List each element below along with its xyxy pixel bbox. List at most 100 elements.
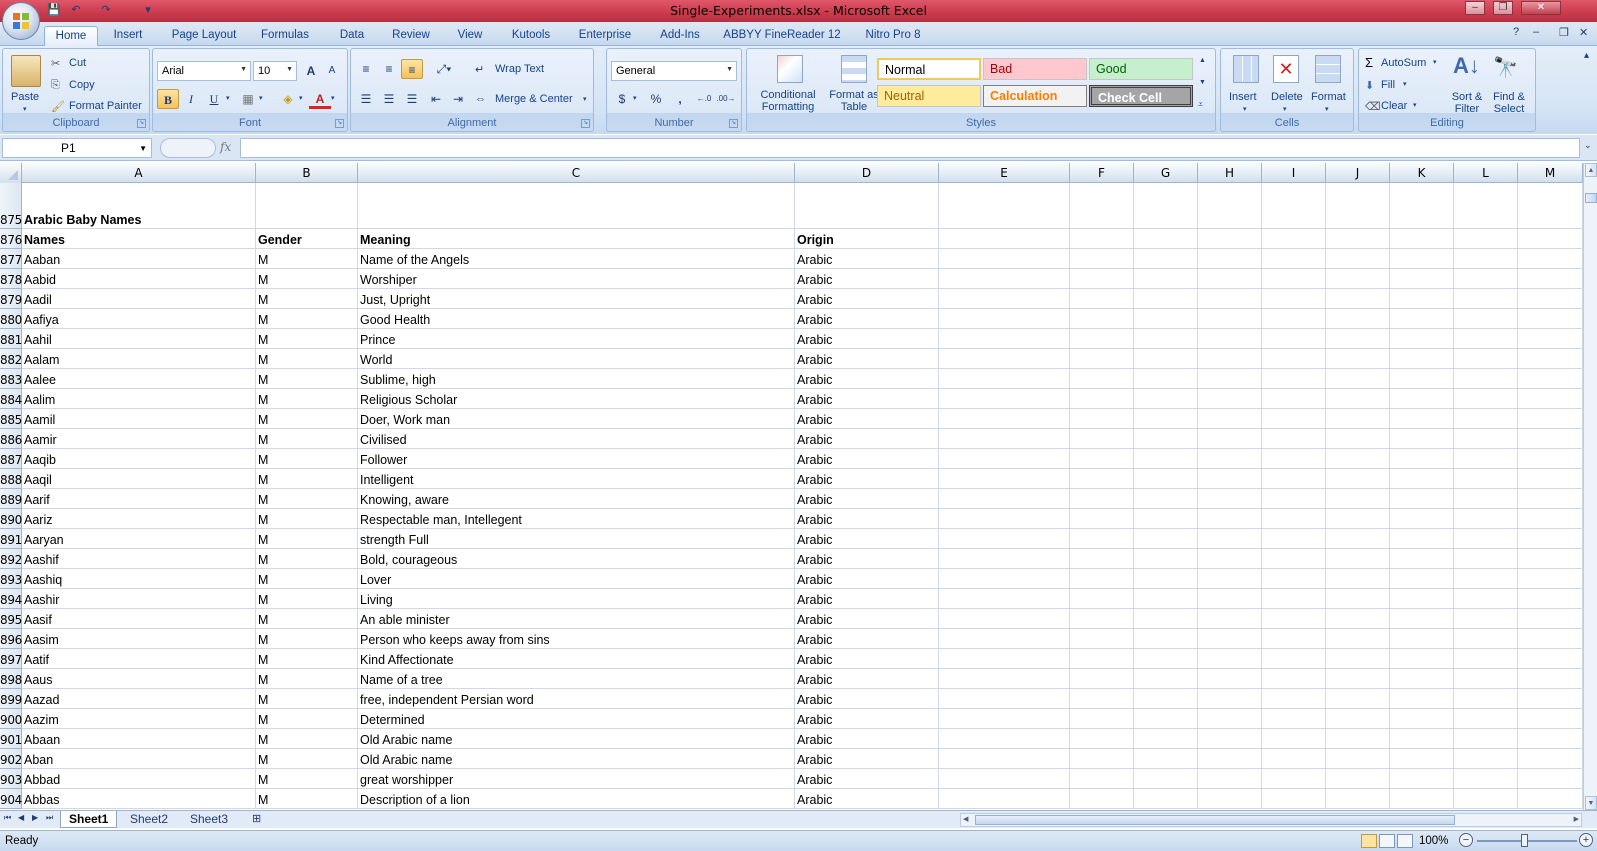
prev-sheet-icon[interactable]: ◀: [18, 813, 24, 822]
cell-j[interactable]: [1326, 469, 1390, 489]
cell-g[interactable]: [1134, 549, 1198, 569]
cell-h[interactable]: [1198, 349, 1262, 369]
tab-kutools[interactable]: Kutools: [505, 26, 557, 46]
cell-l[interactable]: [1454, 289, 1518, 309]
cell-a[interactable]: Aamil: [22, 409, 256, 429]
cell-c[interactable]: Doer, Work man: [358, 409, 795, 429]
align-left-icon[interactable]: ☰: [355, 89, 377, 109]
cell-g[interactable]: [1134, 689, 1198, 709]
row-header[interactable]: 880: [0, 309, 22, 329]
cell-g[interactable]: [1134, 609, 1198, 629]
cell-h[interactable]: [1198, 609, 1262, 629]
cell-e[interactable]: [939, 629, 1070, 649]
cell-d[interactable]: Arabic: [795, 529, 939, 549]
cell-a[interactable]: Aatif: [22, 649, 256, 669]
cell-f[interactable]: [1070, 429, 1134, 449]
cell-d[interactable]: Arabic: [795, 309, 939, 329]
office-button[interactable]: [2, 2, 40, 40]
cell-d[interactable]: Arabic: [795, 429, 939, 449]
cell-j[interactable]: [1326, 229, 1390, 249]
page-layout-view-icon[interactable]: [1379, 834, 1395, 848]
cell-b[interactable]: M: [256, 549, 358, 569]
cell-i[interactable]: [1262, 469, 1326, 489]
cell-e[interactable]: [939, 309, 1070, 329]
formula-splitter[interactable]: [160, 138, 216, 158]
shrink-font-button[interactable]: A: [321, 61, 343, 81]
number-format-select[interactable]: General ▼: [611, 61, 737, 81]
tab-insert[interactable]: Insert: [104, 26, 152, 46]
scroll-down-icon[interactable]: ▼: [1585, 796, 1597, 810]
cell-f[interactable]: [1070, 789, 1134, 809]
cell-h[interactable]: [1198, 183, 1262, 229]
cell-l[interactable]: [1454, 709, 1518, 729]
tab-formulas[interactable]: Formulas: [255, 26, 315, 46]
cell-m[interactable]: [1518, 629, 1583, 649]
cell-k[interactable]: [1390, 409, 1454, 429]
cell-a[interactable]: Aaryan: [22, 529, 256, 549]
clipboard-launcher-icon[interactable]: ↘: [137, 119, 146, 128]
cell-m[interactable]: [1518, 309, 1583, 329]
format-dropdown-icon[interactable]: ▾: [1325, 105, 1329, 113]
tab-enterprise[interactable]: Enterprise: [572, 26, 638, 46]
cell-m[interactable]: [1518, 429, 1583, 449]
zoom-out-icon[interactable]: −: [1459, 833, 1473, 847]
cell-m[interactable]: [1518, 749, 1583, 769]
cell-b[interactable]: M: [256, 709, 358, 729]
cell-b[interactable]: M: [256, 649, 358, 669]
cell-h[interactable]: [1198, 629, 1262, 649]
cell-e[interactable]: [939, 649, 1070, 669]
cell-e[interactable]: [939, 749, 1070, 769]
cell-e[interactable]: [939, 369, 1070, 389]
cell-h[interactable]: [1198, 749, 1262, 769]
cell-h[interactable]: [1198, 569, 1262, 589]
cell-b[interactable]: M: [256, 789, 358, 809]
cell-g[interactable]: [1134, 289, 1198, 309]
cell-d[interactable]: Arabic: [795, 769, 939, 789]
cell-c[interactable]: Prince: [358, 329, 795, 349]
cell-i[interactable]: [1262, 629, 1326, 649]
tab-nitro[interactable]: Nitro Pro 8: [857, 26, 929, 46]
cell-f[interactable]: [1070, 769, 1134, 789]
copy-button[interactable]: Copy: [69, 79, 95, 91]
cell-e[interactable]: [939, 669, 1070, 689]
tab-data[interactable]: Data: [332, 26, 372, 46]
cell-c[interactable]: Name of a tree: [358, 669, 795, 689]
cell-f[interactable]: [1070, 649, 1134, 669]
cell-h[interactable]: [1198, 289, 1262, 309]
cell-i[interactable]: [1262, 769, 1326, 789]
cell-h[interactable]: [1198, 449, 1262, 469]
style-calculation[interactable]: Calculation: [983, 85, 1087, 107]
cell-h[interactable]: [1198, 309, 1262, 329]
cell-h[interactable]: [1198, 549, 1262, 569]
alignment-launcher-icon[interactable]: ↘: [581, 119, 590, 128]
cell-e[interactable]: [939, 509, 1070, 529]
cell-i[interactable]: [1262, 429, 1326, 449]
cell-i[interactable]: [1262, 289, 1326, 309]
cell-i[interactable]: [1262, 669, 1326, 689]
underline-dropdown-icon[interactable]: ▾: [226, 94, 230, 102]
binoculars-icon[interactable]: 🔭: [1493, 55, 1518, 80]
cell-g[interactable]: [1134, 729, 1198, 749]
cell-m[interactable]: [1518, 509, 1583, 529]
cell-a[interactable]: Aashir: [22, 589, 256, 609]
cell-d[interactable]: Arabic: [795, 349, 939, 369]
cell-c[interactable]: strength Full: [358, 529, 795, 549]
formula-input[interactable]: [240, 138, 1580, 158]
cell-a[interactable]: Aazad: [22, 689, 256, 709]
cell-m[interactable]: [1518, 249, 1583, 269]
cell-d[interactable]: Arabic: [795, 449, 939, 469]
decrease-indent-icon[interactable]: ⇤: [425, 89, 447, 109]
cell-j[interactable]: [1326, 309, 1390, 329]
delete-dropdown-icon[interactable]: ▾: [1283, 105, 1287, 113]
cell-k[interactable]: [1390, 689, 1454, 709]
cell-l[interactable]: [1454, 183, 1518, 229]
cell-h[interactable]: [1198, 269, 1262, 289]
cell-j[interactable]: [1326, 509, 1390, 529]
delete-cells-button[interactable]: Delete: [1271, 91, 1303, 103]
cell-c[interactable]: Follower: [358, 449, 795, 469]
last-sheet-icon[interactable]: ⏭: [46, 813, 53, 823]
cell-d[interactable]: Arabic: [795, 409, 939, 429]
column-header-l[interactable]: L: [1454, 163, 1518, 183]
cell-k[interactable]: [1390, 449, 1454, 469]
cell-b[interactable]: M: [256, 409, 358, 429]
